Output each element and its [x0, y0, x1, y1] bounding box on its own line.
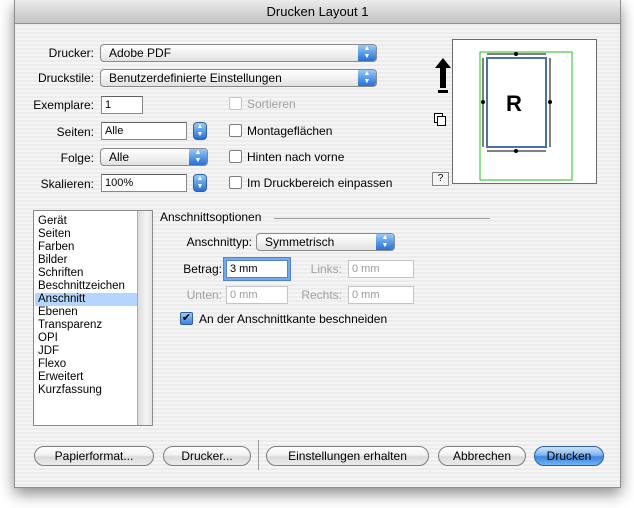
sidebar-item[interactable]: Ebenen [35, 306, 138, 319]
anschnitttyp-label: Anschnittyp: [186, 235, 252, 249]
list-scrollbar[interactable] [137, 211, 152, 425]
sidebar-item[interactable]: Farben [35, 241, 138, 254]
button-separator [258, 440, 259, 470]
sidebar-item[interactable]: Gerät [35, 215, 138, 228]
folge-popup[interactable]: Alle ▲ ▼ [100, 148, 208, 166]
sortieren-checkbox[interactable] [229, 97, 242, 110]
drucker-popup-value: Adobe PDF [109, 46, 172, 60]
rechts-label: Rechts: [301, 288, 342, 302]
folge-label: Folge: [60, 151, 94, 165]
abbrechen-button[interactable]: Abbrechen [438, 446, 526, 466]
im-druckbereich-checkbox[interactable] [229, 176, 242, 189]
exemplare-field[interactable]: 1 [101, 96, 143, 114]
bleed-options-panel: Anschnittsoptionen Anschnittyp: Symmetri… [160, 210, 597, 426]
popup-arrows-icon: ▲ ▼ [358, 45, 376, 61]
drucken-button[interactable]: Drucken [534, 446, 604, 466]
beschneiden-label: An der Anschnittkante beschneiden [199, 312, 388, 326]
sidebar-item[interactable]: Flexo [35, 358, 138, 371]
sidebar-item[interactable]: Schriften [35, 267, 138, 280]
exemplare-label: Exemplare: [33, 98, 94, 112]
window-title: Drucken Layout 1 [266, 4, 369, 19]
skalieren-combo-arrows-icon[interactable]: ▲ ▼ [193, 174, 207, 192]
druckstile-label: Druckstile: [37, 71, 94, 85]
sidebar-item[interactable]: Bilder [35, 254, 138, 267]
skalieren-label: Skalieren: [40, 177, 94, 191]
popup-arrows-icon: ▲ ▼ [376, 234, 394, 250]
unten-field[interactable]: 0 mm [226, 286, 288, 304]
druckstile-popup[interactable]: Benutzerdefinierte Einstellungen ▲ ▼ [100, 69, 377, 87]
copies-pages-icon [434, 113, 448, 130]
sidebar-item[interactable]: OPI [35, 332, 138, 345]
orientation-arrow-icon [435, 58, 451, 97]
sidebar-item[interactable]: Beschnittzeichen [35, 280, 138, 293]
montageflaechen-label: Montageflächen [247, 124, 333, 138]
category-list[interactable]: Gerät Seiten Farben Bilder Schriften Beschnit… [33, 210, 153, 426]
sidebar-item[interactable]: JDF [35, 345, 138, 358]
folge-popup-value: Alle [109, 150, 130, 164]
preview-page-letter: R [506, 91, 522, 116]
sidebar-item[interactable]: Erweitert [35, 371, 138, 384]
links-label: Links: [310, 262, 342, 276]
einstellungen-erhalten-button[interactable]: Einstellungen erhalten [266, 446, 429, 466]
sortieren-label: Sortieren [247, 97, 296, 111]
hinten-nach-vorne-label: Hinten nach vorne [247, 150, 345, 164]
popup-arrows-icon: ▲ ▼ [358, 70, 376, 86]
anschnitttyp-popup-value: Symmetrisch [265, 235, 335, 249]
drucker-button[interactable]: Drucker... [163, 446, 251, 466]
drucker-label: Drucker: [48, 46, 94, 60]
sidebar-item[interactable]: Kurzfassung [35, 384, 138, 397]
window-titlebar[interactable]: Drucken Layout 1 [15, 0, 620, 24]
rechts-field[interactable]: 0 mm [348, 286, 414, 304]
druckstile-popup-value: Benutzerdefinierte Einstellungen [109, 71, 282, 85]
unten-label: Unten: [186, 288, 222, 302]
betrag-label: Betrag: [183, 262, 222, 276]
heading-divider [274, 218, 490, 219]
seiten-combo-field[interactable]: Alle [101, 122, 187, 140]
page-preview: R [452, 39, 597, 184]
help-label: ? [437, 173, 444, 184]
papierformat-button[interactable]: Papierformat... [34, 446, 154, 466]
betrag-field[interactable]: 3 mm [226, 260, 288, 278]
beschneiden-checkbox[interactable]: ✔ [180, 312, 193, 325]
sidebar-item[interactable]: Transparenz [35, 319, 138, 332]
skalieren-combo-field[interactable]: 100% [101, 174, 187, 192]
links-field[interactable]: 0 mm [348, 260, 414, 278]
sidebar-item[interactable]: Seiten [35, 228, 138, 241]
anschnitttyp-popup[interactable]: Symmetrisch ▲ ▼ [256, 233, 395, 251]
drucker-popup[interactable]: Adobe PDF ▲ ▼ [100, 44, 377, 62]
hinten-nach-vorne-checkbox[interactable] [229, 150, 242, 163]
popup-arrows-icon: ▲ ▼ [189, 149, 207, 165]
seiten-label: Seiten: [56, 125, 94, 139]
sidebar-item[interactable]: Anschnitt [35, 293, 138, 306]
im-druckbereich-label: Im Druckbereich einpassen [247, 176, 393, 190]
montageflaechen-checkbox[interactable] [229, 124, 242, 137]
help-button[interactable]: ? [432, 172, 449, 186]
seiten-combo-arrows-icon[interactable]: ▲ ▼ [193, 122, 207, 140]
preview-graphic [479, 51, 573, 181]
panel-heading: Anschnittsoptionen [160, 210, 262, 224]
